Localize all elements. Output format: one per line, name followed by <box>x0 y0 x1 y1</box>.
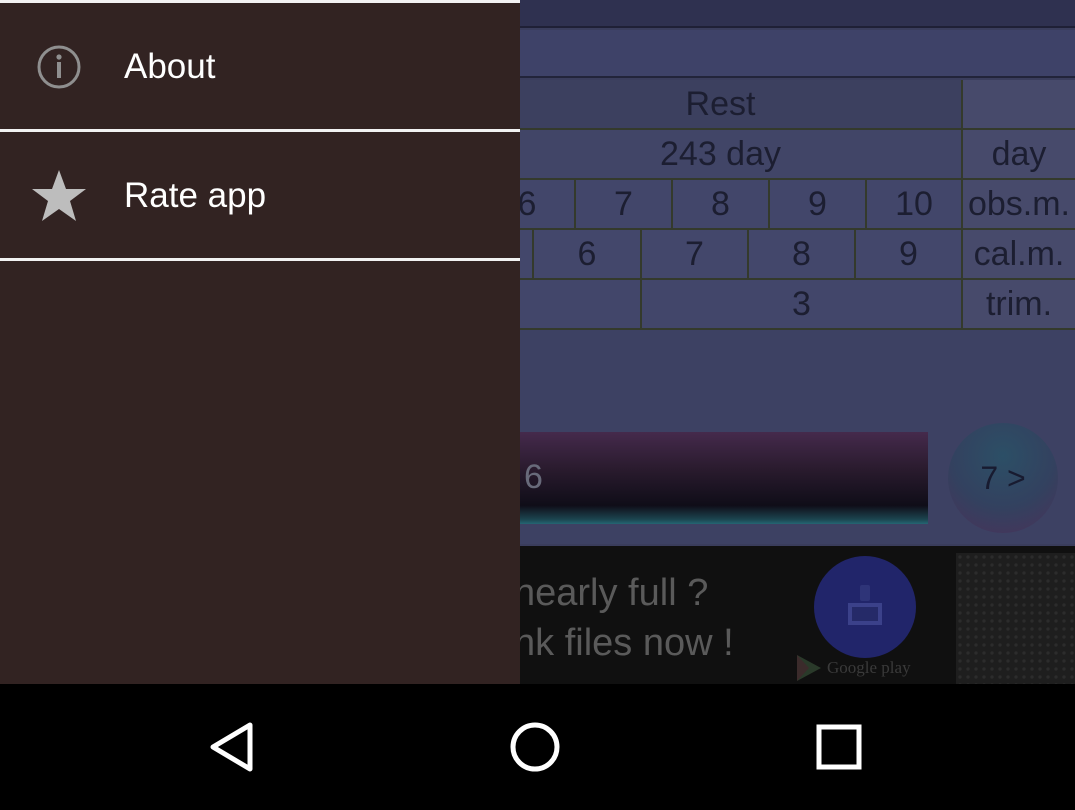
recents-button[interactable] <box>779 684 899 810</box>
pregnancy-grid: Rest 243 day day 6 7 8 9 10 obs.m. 6 7 8… <box>480 80 1075 330</box>
info-icon <box>30 38 88 96</box>
rest-label: Rest <box>480 80 963 128</box>
grid-row-trim: 3 trim. <box>480 280 1075 330</box>
next-week-button[interactable]: 7 > <box>948 423 1058 533</box>
cal-cell: 9 <box>856 230 963 278</box>
obs-cell: 10 <box>867 180 963 228</box>
system-navigation-bar <box>0 684 1075 810</box>
progress-value: 6 <box>524 458 543 496</box>
home-button[interactable] <box>475 684 595 810</box>
cal-month-label: cal.m. <box>963 230 1075 278</box>
cal-cell: 8 <box>749 230 856 278</box>
google-play-badge[interactable]: Google play <box>795 653 911 683</box>
obs-cell: 9 <box>770 180 867 228</box>
obs-cell: 8 <box>673 180 770 228</box>
grid-row-obs: 6 7 8 9 10 obs.m. <box>480 180 1075 230</box>
cal-cell: 7 <box>642 230 749 278</box>
back-button[interactable] <box>172 684 292 810</box>
progress-bar <box>500 432 928 524</box>
grid-row-rest: Rest <box>480 80 1075 130</box>
day-unit-label: day <box>963 130 1075 178</box>
broom-icon[interactable] <box>814 556 916 658</box>
cal-cell: 6 <box>534 230 642 278</box>
recents-square-icon <box>816 724 862 770</box>
trimester-value: 3 <box>642 280 963 328</box>
home-circle-icon <box>510 722 560 772</box>
back-triangle-icon <box>210 722 253 772</box>
menu-item-rate-app[interactable]: Rate app <box>0 133 520 259</box>
days-remaining: 243 day <box>480 130 963 178</box>
menu-item-about[interactable]: About <box>0 4 520 130</box>
grid-row-cal: 6 7 8 9 cal.m. <box>480 230 1075 280</box>
ad-image <box>956 553 1075 684</box>
menu-divider <box>0 129 520 132</box>
obs-month-label: obs.m. <box>963 180 1075 228</box>
google-play-label: Google play <box>827 658 911 677</box>
rest-side-cell <box>963 80 1075 128</box>
ad-text-line1: nearly full ? <box>514 572 709 614</box>
obs-cell: 7 <box>576 180 673 228</box>
star-icon <box>30 167 88 225</box>
trimester-label: trim. <box>963 280 1075 328</box>
menu-divider <box>0 258 520 261</box>
menu-item-label: About <box>124 47 216 86</box>
ad-text-line2: nk files now ! <box>514 622 734 664</box>
grid-row-days: 243 day day <box>480 130 1075 180</box>
menu-item-label: Rate app <box>124 176 267 215</box>
drawer-top-divider <box>0 0 520 3</box>
navigation-drawer: About Rate app <box>0 0 520 684</box>
